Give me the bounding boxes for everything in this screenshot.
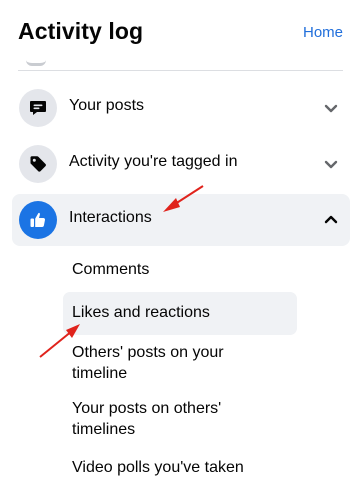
subitem-others-posts-line2[interactable]: timeline — [72, 363, 127, 384]
scroll-peek-indicator — [26, 60, 46, 66]
subitem-others-posts-line1[interactable]: Others' posts on your — [72, 342, 224, 363]
tag-icon — [19, 145, 57, 183]
activity-log-panel: Activity log Home Your posts Activity yo… — [0, 0, 363, 500]
menu-item-label: Interactions — [69, 209, 152, 226]
thumbs-up-icon — [19, 201, 57, 239]
menu-item-interactions[interactable]: Interactions — [12, 194, 350, 246]
menu-item-label: Activity you're tagged in — [69, 153, 238, 170]
menu-item-label: Your posts — [69, 97, 145, 114]
chevron-down-icon[interactable] — [322, 155, 340, 173]
menu-item-your-posts[interactable]: Your posts — [12, 82, 350, 134]
annotation-arrows — [39, 185, 204, 358]
subitem-comments[interactable]: Comments — [72, 259, 149, 280]
header-divider — [18, 70, 343, 71]
subitem-video-polls[interactable]: Video polls you've taken — [72, 457, 244, 478]
chevron-down-icon[interactable] — [322, 99, 340, 117]
subitem-likes-and-reactions[interactable]: Likes and reactions — [72, 302, 210, 323]
subitem-your-posts-on-others-line1[interactable]: Your posts on others' — [72, 398, 221, 419]
page-title: Activity log — [18, 18, 144, 44]
header: Activity log Home — [0, 0, 363, 60]
chevron-up-icon[interactable] — [322, 211, 340, 229]
menu-item-tagged-in[interactable]: Activity you're tagged in — [12, 138, 350, 190]
subitem-your-posts-on-others-line2[interactable]: timelines — [72, 419, 135, 440]
speech-bubble-icon — [19, 89, 57, 127]
home-link[interactable]: Home — [303, 24, 343, 41]
